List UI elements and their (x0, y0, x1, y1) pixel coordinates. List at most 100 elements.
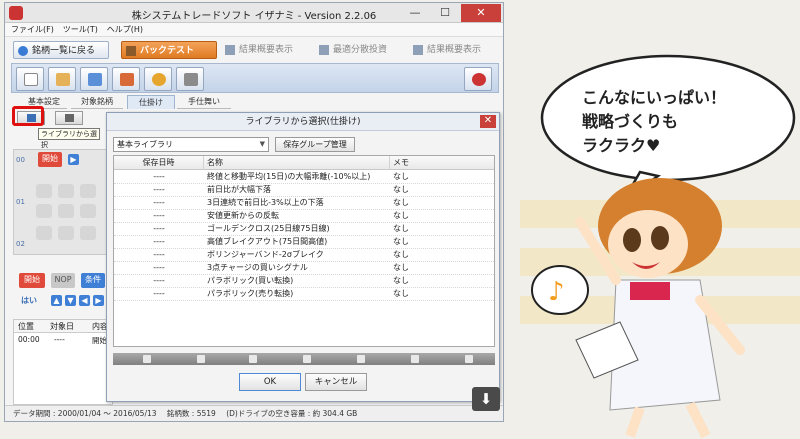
tab-entry[interactable]: 仕掛け (127, 95, 175, 109)
grid-cell[interactable] (36, 204, 52, 218)
open-button[interactable] (48, 67, 76, 91)
edit-icon[interactable] (197, 355, 205, 363)
import-button[interactable] (80, 67, 108, 91)
nav-tabs: 銘柄一覧に戻る バックテスト 結果概要表示 最適分散投資 結果概要表示 (5, 39, 503, 61)
row-label: 00 (16, 156, 25, 164)
palette-condition-button[interactable]: 条件 (81, 273, 105, 288)
library-save-button[interactable] (55, 111, 83, 125)
table-row[interactable]: ---- 安値更新からの反転 なし (114, 210, 494, 223)
tab-exit[interactable]: 手仕舞い (177, 95, 231, 109)
cell-date: ---- (153, 185, 165, 194)
grid-cell[interactable] (58, 184, 74, 198)
start-node[interactable]: 開始 (38, 152, 62, 167)
table-row[interactable]: ---- ゴールデンクロス(25日線75日線) なし (114, 223, 494, 236)
table-row[interactable]: ---- 終値と移動平均(15日)の大幅乖離(-10%以上) なし (114, 171, 494, 184)
grid-cell[interactable] (58, 204, 74, 218)
col-saved-date[interactable]: 保存日時 (114, 156, 204, 170)
cell-date: ---- (153, 198, 165, 207)
nav-optimal-allocation[interactable]: 最適分散投資 (315, 41, 405, 59)
table-row[interactable]: ---- パラボリック(買い転換) なし (114, 275, 494, 288)
grid-cell[interactable] (58, 226, 74, 240)
menu-file[interactable]: ファイル(F) (11, 23, 54, 37)
chart-icon (126, 46, 136, 56)
cell-date: ---- (153, 276, 165, 285)
col-position: 位置 (18, 322, 34, 331)
cell-date: ---- (153, 250, 165, 259)
tools-button[interactable] (176, 67, 204, 91)
folder-icon[interactable] (303, 355, 311, 363)
table-row[interactable]: ---- 前日比が大幅下落 なし (114, 184, 494, 197)
bubble-line-3: ラクラク♥ (582, 136, 661, 155)
cell-memo: なし (393, 289, 409, 298)
cell-date: ---- (153, 263, 165, 272)
export-button[interactable] (112, 67, 140, 91)
chevron-down-icon: ▼ (259, 140, 265, 148)
arrow-right-icon[interactable]: ▶ (68, 154, 79, 165)
move-up-icon[interactable] (411, 355, 419, 363)
copy-icon[interactable] (249, 355, 257, 363)
col-memo[interactable]: メモ (390, 156, 494, 170)
tab-target-stocks[interactable]: 対象銘柄 (71, 95, 123, 109)
arrow-left-icon[interactable]: ◀ (79, 295, 90, 306)
cell-memo: なし (393, 172, 409, 181)
ok-button[interactable]: OK (239, 373, 301, 391)
cell-name: 高値ブレイクアウト(75日間高値) (207, 237, 328, 246)
col-name[interactable]: 名称 (204, 156, 390, 170)
grid-cell[interactable] (80, 204, 96, 218)
arrow-down-icon[interactable]: ▼ (65, 295, 76, 306)
grid-cell[interactable] (36, 184, 52, 198)
menu-help[interactable]: ヘルプ(H) (107, 23, 143, 37)
data-period: データ期間 : 2000/01/04 〜 2016/05/13 (13, 409, 157, 418)
tools-icon (184, 73, 198, 86)
table-row[interactable]: ---- 3日連続で前日比-3%以上の下落 なし (114, 197, 494, 210)
cell-memo: なし (393, 237, 409, 246)
menu-tools[interactable]: ツール(T) (63, 23, 98, 37)
grid-cell[interactable] (80, 184, 96, 198)
cell-memo: なし (393, 211, 409, 220)
dialog-title: ライブラリから選択(仕掛け) (245, 117, 361, 127)
flowchart-grid[interactable]: 00 01 02 開始 ▶ (13, 149, 113, 255)
library-dialog: ライブラリから選択(仕掛け) ✕ 基本ライブラリ ▼ 保存グループ管理 保存日時… (106, 112, 500, 402)
grid-cell[interactable] (80, 226, 96, 240)
palette-nop-button[interactable]: NOP (51, 273, 75, 288)
nav-result-summary[interactable]: 結果概要表示 (221, 41, 311, 59)
cancel-button[interactable]: キャンセル (305, 373, 367, 391)
move-down-icon[interactable] (465, 355, 473, 363)
delete-icon[interactable] (357, 355, 365, 363)
palette-start-button[interactable]: 開始 (19, 273, 45, 288)
play-icon (319, 45, 329, 55)
close-button[interactable]: ✕ (461, 4, 501, 22)
cell-name: ボリンジャーバンド-2σブレイク (207, 250, 324, 259)
col-target-date: 対象日 (50, 322, 74, 331)
table-row[interactable]: ---- パラボリック(売り転換) なし (114, 288, 494, 301)
bubble-line-2: 戦略づくりも (582, 112, 679, 131)
node-list-header: 位置 対象日 内容 (14, 320, 112, 333)
scroll-down-button[interactable]: ⬇ (472, 387, 500, 411)
arrow-down-icon: ⬇ (479, 390, 493, 408)
minimize-button[interactable]: — (401, 4, 429, 22)
grid-cell[interactable] (36, 226, 52, 240)
cell-memo: なし (393, 185, 409, 194)
maximize-button[interactable]: ☐ (431, 4, 459, 22)
new-button[interactable] (16, 67, 44, 91)
nav-backtest[interactable]: バックテスト (121, 41, 217, 59)
dialog-close-button[interactable]: ✕ (480, 115, 496, 128)
dialog-title-bar: ライブラリから選択(仕掛け) ✕ (107, 113, 499, 131)
table-row[interactable]: ---- 3点チャージの買いシグナル なし (114, 262, 494, 275)
export-icon (120, 73, 134, 86)
group-manage-button[interactable]: 保存グループ管理 (275, 137, 355, 152)
nav-result-summary-2[interactable]: 結果概要表示 (409, 41, 501, 59)
table-row[interactable]: 00:00 ---- 開始 (14, 335, 112, 347)
cell-name: パラボリック(買い転換) (207, 276, 294, 285)
nav-back-to-list[interactable]: 銘柄一覧に戻る (13, 41, 109, 59)
library-dropdown[interactable]: 基本ライブラリ ▼ (113, 137, 269, 152)
settings-button[interactable] (464, 67, 492, 91)
palette-button[interactable] (144, 67, 172, 91)
table-row[interactable]: ---- 高値ブレイクアウト(75日間高値) なし (114, 236, 494, 249)
cell-date: ---- (153, 224, 165, 233)
table-header: 保存日時 名称 メモ (114, 156, 494, 170)
table-row[interactable]: ---- ボリンジャーバンド-2σブレイク なし (114, 249, 494, 262)
arrow-up-icon[interactable]: ▲ (51, 295, 62, 306)
arrow-right-icon[interactable]: ▶ (93, 295, 104, 306)
add-icon[interactable] (143, 355, 151, 363)
